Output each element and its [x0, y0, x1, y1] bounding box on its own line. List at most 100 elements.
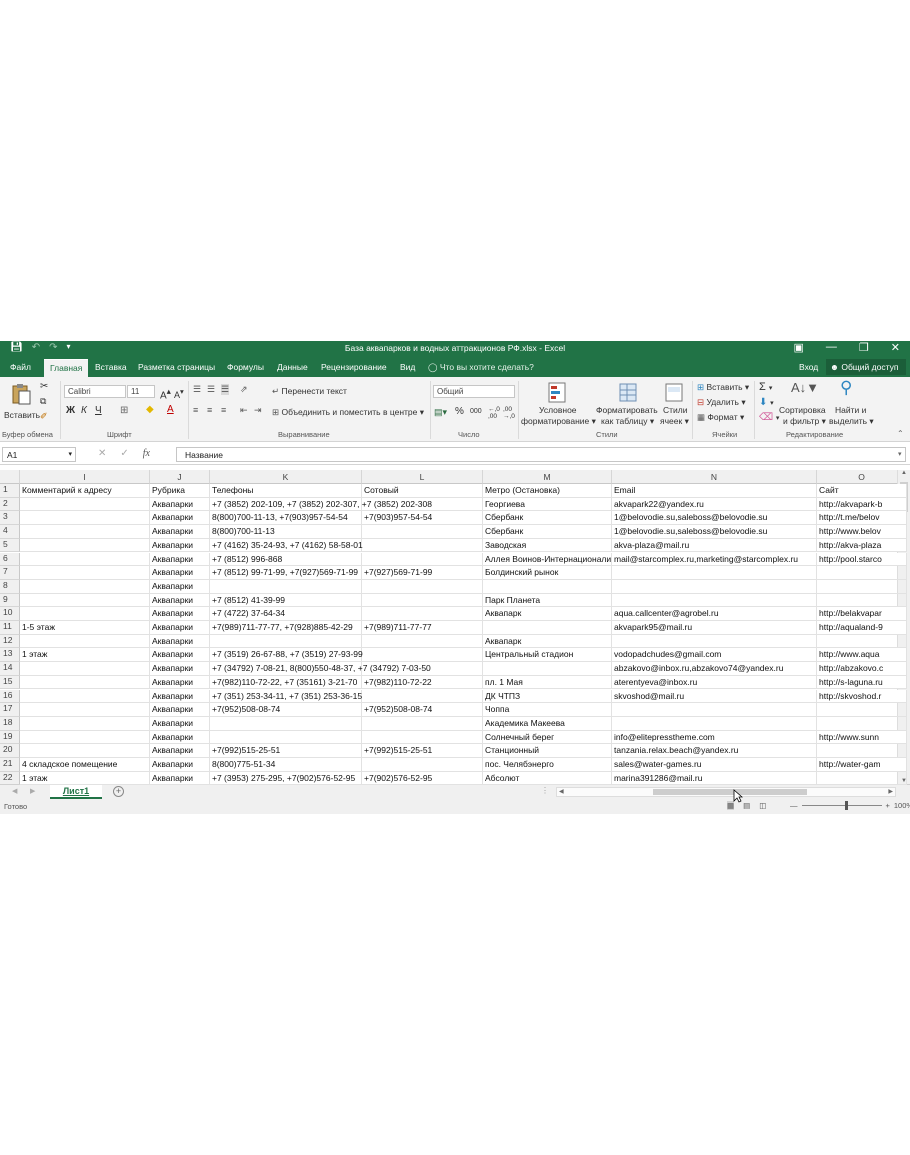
table-cell[interactable]: Аквапарк: [483, 634, 612, 649]
header-cell[interactable]: Телефоны: [210, 484, 362, 498]
find-select-label-2[interactable]: выделить ▾: [829, 416, 874, 427]
tab-file[interactable]: Файл: [10, 362, 31, 372]
font-size-select[interactable]: 11: [127, 385, 155, 398]
clear-icon[interactable]: ⌫ ▾: [759, 412, 779, 423]
table-cell[interactable]: [20, 703, 150, 717]
table-cell[interactable]: [20, 744, 150, 758]
table-cell[interactable]: [210, 579, 362, 594]
comma-style-icon[interactable]: 000: [470, 408, 482, 415]
table-cell[interactable]: +7(982)110-72-22: [362, 675, 483, 690]
table-cell[interactable]: Парк Планета: [483, 593, 612, 608]
grow-font-icon[interactable]: A▴: [160, 386, 171, 401]
table-cell[interactable]: [612, 634, 817, 649]
zoom-in-icon[interactable]: +: [886, 801, 890, 810]
table-cell[interactable]: [362, 689, 483, 704]
row-header[interactable]: 2: [0, 497, 20, 512]
table-cell[interactable]: Болдинский рынок: [483, 566, 612, 580]
table-cell[interactable]: http://www.aqua: [817, 648, 907, 663]
tab-split-handle[interactable]: ⋮: [541, 786, 549, 795]
row-header[interactable]: 8: [0, 579, 20, 594]
table-cell[interactable]: [362, 525, 483, 539]
increase-decimal-icon[interactable]: ←,0,00: [488, 406, 500, 420]
table-cell[interactable]: [362, 593, 483, 608]
row-header[interactable]: 20: [0, 744, 20, 758]
row-header[interactable]: 12: [0, 634, 20, 649]
restore-icon[interactable]: ❐: [859, 341, 869, 354]
column-header-l[interactable]: L: [362, 470, 483, 484]
table-cell[interactable]: mail@starcomplex.ru,marketing@starcomple…: [612, 552, 817, 567]
table-cell[interactable]: akvapark22@yandex.ru: [612, 497, 817, 512]
cell-styles-label-2[interactable]: ячеек ▾: [660, 416, 689, 427]
table-cell[interactable]: +7(992)515-25-51: [210, 744, 362, 758]
align-middle-icon[interactable]: ☰: [207, 384, 215, 395]
table-cell[interactable]: http://www.belov: [817, 525, 907, 539]
table-cell[interactable]: [20, 730, 150, 745]
table-cell[interactable]: http://pool.starco: [817, 552, 907, 567]
table-cell[interactable]: [20, 511, 150, 526]
table-cell[interactable]: Аквапарки: [150, 552, 210, 567]
table-cell[interactable]: Центральный стадион: [483, 648, 612, 663]
table-cell[interactable]: Академика Макеева: [483, 716, 612, 731]
table-cell[interactable]: [20, 538, 150, 553]
table-cell[interactable]: [612, 566, 817, 580]
prev-sheet-icon[interactable]: ◀: [12, 787, 17, 795]
row-header[interactable]: 16: [0, 689, 20, 704]
sort-filter-label-1[interactable]: Сортировка: [779, 405, 826, 415]
font-color-icon[interactable]: A: [167, 404, 174, 415]
conditional-formatting-label-1[interactable]: Условное: [539, 405, 577, 415]
table-cell[interactable]: [20, 593, 150, 608]
table-cell[interactable]: skvoshod@mail.ru: [612, 689, 817, 704]
table-cell[interactable]: Заводская: [483, 538, 612, 553]
page-break-view-icon[interactable]: ◫: [759, 801, 766, 810]
header-cell[interactable]: Сайт: [817, 484, 907, 498]
table-cell[interactable]: [362, 579, 483, 594]
table-cell[interactable]: +7(952)508-08-74: [362, 703, 483, 717]
table-cell[interactable]: Сбербанк: [483, 511, 612, 526]
table-cell[interactable]: [483, 621, 612, 635]
worksheet-grid[interactable]: I J K L M N O 1 Комментарий к адресу Рубрика Телеф…: [0, 470, 910, 785]
cell-styles-label-1[interactable]: Стили: [663, 405, 688, 415]
table-cell[interactable]: http://akva-plaza: [817, 538, 907, 553]
row-header[interactable]: 1: [0, 484, 20, 498]
table-cell[interactable]: Аквапарки: [150, 566, 210, 580]
scroll-up-icon[interactable]: ▲: [901, 470, 907, 476]
table-cell[interactable]: http://www.sunn: [817, 730, 907, 745]
table-cell[interactable]: [817, 771, 907, 785]
table-cell[interactable]: [20, 675, 150, 690]
tell-me-search[interactable]: ◯ Что вы хотите сделать?: [428, 362, 534, 373]
table-cell[interactable]: aqua.callcenter@agrobel.ru: [612, 607, 817, 621]
header-cell[interactable]: Метро (Остановка): [483, 484, 612, 498]
align-center-icon[interactable]: ≡: [207, 405, 212, 415]
table-cell[interactable]: [362, 648, 483, 663]
horizontal-scrollbar[interactable]: ◀ ▶: [556, 787, 896, 797]
table-cell[interactable]: [817, 593, 907, 608]
column-header-n[interactable]: N: [612, 470, 817, 484]
sign-in-link[interactable]: Вход: [799, 362, 818, 372]
row-header[interactable]: 11: [0, 621, 20, 635]
table-cell[interactable]: Аквапарки: [150, 675, 210, 690]
table-cell[interactable]: [20, 716, 150, 731]
formula-input[interactable]: Название: [176, 447, 906, 462]
table-cell[interactable]: 4 складское помещение: [20, 758, 150, 772]
table-cell[interactable]: http://akvapark-b: [817, 497, 907, 512]
table-cell[interactable]: +7 (8512) 41-39-99: [210, 593, 362, 608]
table-cell[interactable]: [20, 566, 150, 580]
table-cell[interactable]: 1-5 этаж: [20, 621, 150, 635]
borders-icon[interactable]: ⊞: [120, 405, 128, 416]
column-header-j[interactable]: J: [150, 470, 210, 484]
table-cell[interactable]: [210, 730, 362, 745]
table-cell[interactable]: +7(989)711-77-77, +7(928)885-42-29: [210, 621, 362, 635]
merge-center-button[interactable]: ⊞ Объединить и поместить в центре ▾: [272, 407, 424, 418]
row-header[interactable]: 17: [0, 703, 20, 717]
table-cell[interactable]: vodopadchudes@gmail.com: [612, 648, 817, 663]
column-header-k[interactable]: K: [210, 470, 362, 484]
table-cell[interactable]: [612, 716, 817, 731]
column-header-m[interactable]: M: [483, 470, 612, 484]
table-cell[interactable]: Георгиева: [483, 497, 612, 512]
percent-icon[interactable]: %: [455, 406, 464, 417]
table-cell[interactable]: Аквапарки: [150, 607, 210, 621]
table-cell[interactable]: +7 (34792) 7-08-21, 8(800)550-48-37, +7 …: [210, 662, 431, 676]
table-cell[interactable]: [612, 579, 817, 594]
table-cell[interactable]: [817, 703, 907, 717]
table-cell[interactable]: +7(903)957-54-54: [362, 511, 483, 526]
